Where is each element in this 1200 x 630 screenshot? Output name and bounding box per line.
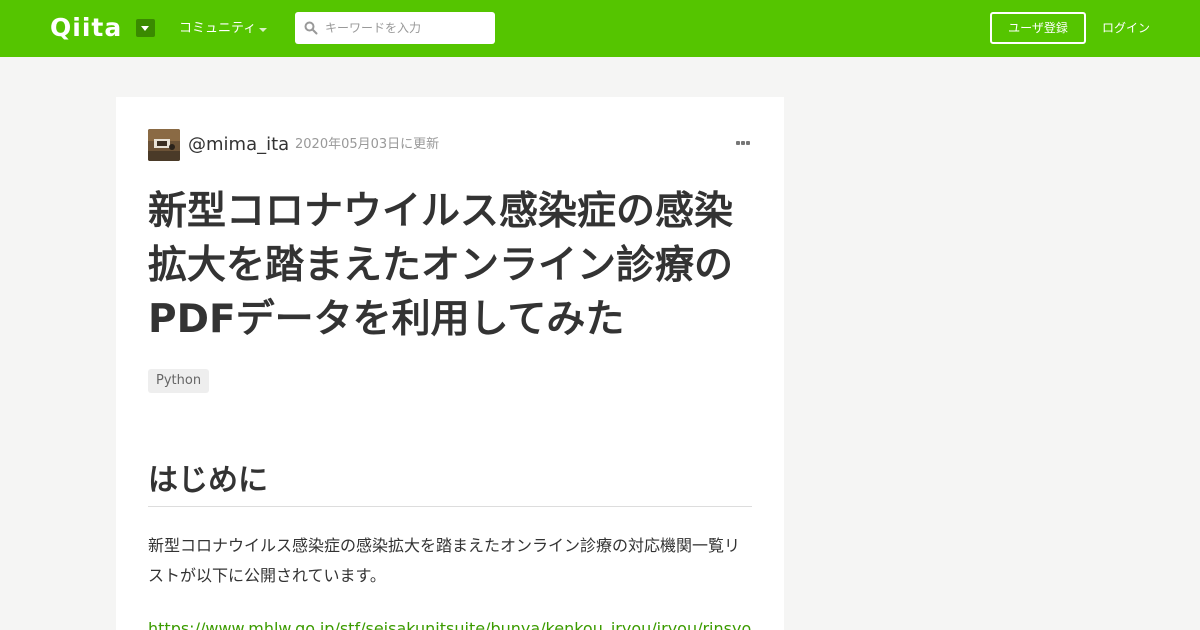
author-name[interactable]: @mima_ita bbox=[188, 134, 289, 156]
updated-date: 2020年05月03日に更新 bbox=[295, 137, 440, 152]
search-input[interactable] bbox=[325, 12, 490, 44]
article-paragraph: 新型コロナウイルス感染症の感染拡大を踏まえたオンライン診療の対応機関一覧リストが… bbox=[148, 536, 741, 585]
article-title: 新型コロナウイルス感染症の感染拡大を踏まえたオンライン診療のPDFデータを利用し… bbox=[148, 189, 734, 342]
signup-button[interactable]: ユーザ登録 bbox=[990, 12, 1086, 44]
reference-link[interactable]: https://www.mhlw.go.jp/stf/seisakunitsui… bbox=[148, 617, 752, 630]
avatar[interactable] bbox=[148, 129, 180, 161]
article-card: @mima_ita 2020年05月03日に更新 新型コロナウイルス感染症の感染… bbox=[116, 97, 784, 630]
qiita-logo[interactable]: Qiita bbox=[50, 14, 122, 42]
community-menu[interactable]: コミュニティ bbox=[179, 21, 256, 37]
tag-python[interactable]: Python bbox=[148, 369, 210, 393]
section-heading: はじめに bbox=[148, 461, 752, 507]
search-box[interactable] bbox=[295, 12, 495, 44]
logo-menu-toggle-icon[interactable] bbox=[136, 19, 155, 37]
site-header: Qiita コミュニティ ユーザ登録 ログイン bbox=[0, 0, 1200, 57]
search-icon bbox=[304, 21, 318, 35]
more-options-icon[interactable] bbox=[736, 141, 752, 147]
chevron-down-icon[interactable] bbox=[259, 28, 267, 32]
login-link[interactable]: ログイン bbox=[1102, 20, 1150, 36]
